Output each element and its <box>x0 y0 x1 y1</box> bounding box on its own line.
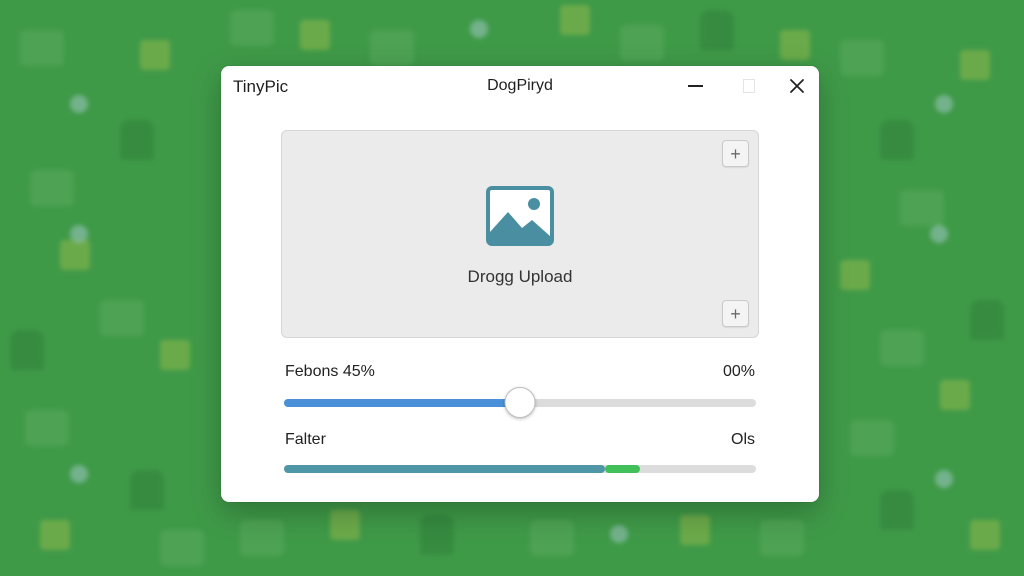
quality-slider[interactable] <box>284 387 756 418</box>
close-button[interactable] <box>783 74 811 98</box>
slider-value: 00% <box>722 363 755 380</box>
progress-fill <box>284 465 605 473</box>
slider-label: Febons 45% <box>285 363 375 380</box>
upload-drop-zone[interactable]: + Drogg Upload + <box>281 130 759 338</box>
add-button-top[interactable]: + <box>722 140 749 167</box>
minimize-icon <box>687 85 703 87</box>
minimize-button[interactable] <box>681 74 709 98</box>
tinypic-window: TinyPic DogPiryd + Drogg Upload + Febons… <box>221 66 819 502</box>
add-button-bottom[interactable]: + <box>722 300 749 327</box>
plus-icon: + <box>730 143 741 164</box>
drop-zone-label: Drogg Upload <box>467 267 573 286</box>
close-icon <box>790 79 804 93</box>
filter-label: Falter <box>285 431 326 448</box>
image-icon <box>486 186 554 246</box>
slider-fill <box>284 399 520 407</box>
filter-progress-bar[interactable] <box>284 465 756 473</box>
title-bar[interactable]: TinyPic DogPiryd <box>221 66 819 106</box>
progress-highlight <box>604 465 641 473</box>
window-title: DogPiryd <box>487 77 553 94</box>
maximize-button[interactable] <box>735 74 763 98</box>
maximize-icon <box>743 79 755 93</box>
filter-value: Ols <box>731 431 755 448</box>
plus-icon: + <box>730 303 741 324</box>
slider-thumb[interactable] <box>504 387 536 418</box>
